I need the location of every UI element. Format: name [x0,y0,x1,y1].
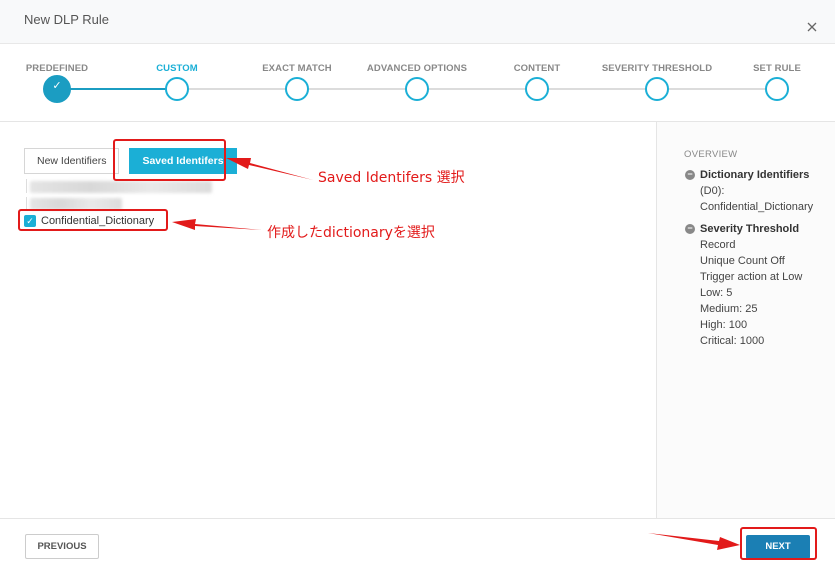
section-header[interactable]: − Severity Threshold [685,221,835,237]
highlight-box [113,139,226,181]
step-label: PREDEFINED [25,63,89,74]
step-custom[interactable]: CUSTOM [112,44,242,122]
overview-sidebar: OVERVIEW − Dictionary Identifiers (D0): … [656,122,835,518]
step-label: SEVERITY THRESHOLD [601,63,713,74]
step-label: SET RULE [753,63,801,74]
section-heading: Dictionary Identifiers [700,169,810,181]
overview-line: Unique Count Off [700,255,785,267]
dialog-footer: PREVIOUS NEXT [0,518,835,566]
step-label: EXACT MATCH [262,63,332,74]
list-divider [26,179,27,193]
overview-title: OVERVIEW [684,149,738,160]
step-exact-match[interactable]: EXACT MATCH [232,44,362,122]
step-severity-threshold[interactable]: SEVERITY THRESHOLD [592,44,722,122]
wizard-stepper: PREDEFINED ✓ CUSTOM EXACT MATCH ADVANCED… [0,44,835,122]
dialog-title: New DLP Rule [24,12,110,27]
step-label: ADVANCED OPTIONS [366,63,468,74]
step-predefined[interactable]: PREDEFINED ✓ [0,44,122,122]
new-identifiers-tab[interactable]: New Identifiers [24,148,120,174]
overview-line: Record [700,239,736,251]
step-set-rule[interactable]: SET RULE [712,44,835,122]
collapse-icon[interactable]: − [685,224,695,234]
step-advanced-options[interactable]: ADVANCED OPTIONS [352,44,482,122]
step-content[interactable]: CONTENT [472,44,602,122]
annotation-select-dictionary: 作成したdictionaryを選択 [267,225,435,241]
overview-line: Medium: 25 [700,303,758,315]
annotation-saved-identifiers: Saved Identifers 選択 [318,170,465,186]
overview-line: Confidential_Dictionary [700,201,814,213]
step-label: CONTENT [513,63,561,74]
overview-dictionary-section: − Dictionary Identifiers (D0): Confident… [685,167,835,215]
step-circle-icon [645,77,669,101]
step-circle-icon [405,77,429,101]
blurred-list-item[interactable] [30,181,212,193]
overview-line: Critical: 1000 [700,335,765,347]
new-dlp-rule-dialog: New DLP Rule PREDEFINED ✓ CUSTOM EXACT M… [0,0,835,566]
previous-button[interactable]: PREVIOUS [25,534,99,559]
checkmark-icon: ✓ [43,75,71,103]
overview-line: High: 100 [700,319,748,331]
step-circle-icon [285,77,309,101]
section-heading: Severity Threshold [700,223,800,235]
step-circle-icon [165,77,189,101]
overview-severity-section: − Severity Threshold Record Unique Count… [685,221,835,349]
overview-line: (D0): [700,185,725,197]
dialog-header: New DLP Rule [0,0,835,44]
highlight-box [18,209,168,231]
overview-line: Trigger action at Low [700,271,803,283]
overview-line: Low: 5 [700,287,733,299]
section-header[interactable]: − Dictionary Identifiers [685,167,835,183]
highlight-box [740,527,817,560]
collapse-icon[interactable]: − [685,170,695,180]
close-icon[interactable] [805,20,819,34]
step-circle-icon [765,77,789,101]
step-label: CUSTOM [156,63,198,74]
step-circle-icon [525,77,549,101]
